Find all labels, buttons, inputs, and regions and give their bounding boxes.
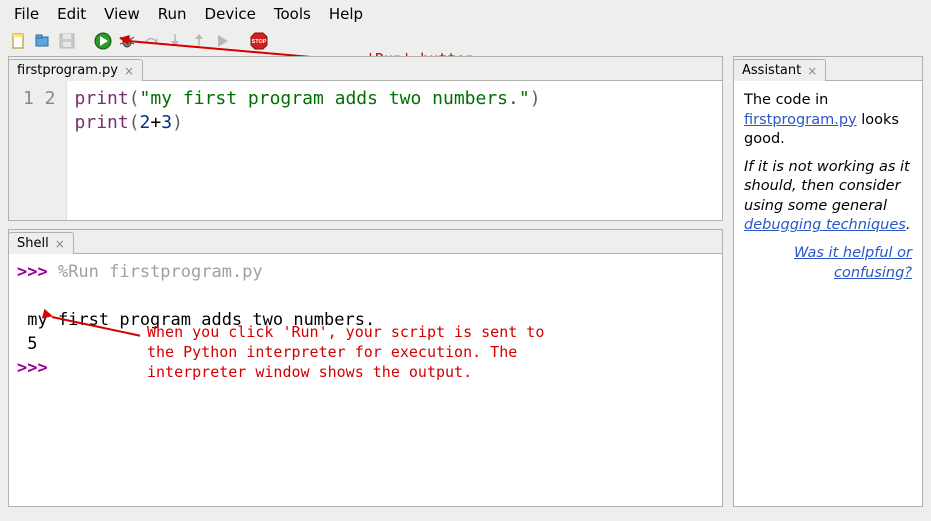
close-icon[interactable]: × bbox=[807, 64, 817, 78]
menu-help[interactable]: Help bbox=[321, 3, 371, 25]
assistant-tab-label: Assistant bbox=[742, 63, 801, 78]
menu-edit[interactable]: Edit bbox=[49, 3, 94, 25]
save-icon[interactable] bbox=[58, 32, 76, 50]
open-file-icon[interactable] bbox=[34, 32, 52, 50]
annotation-shell-label: When you click 'Run', your script is sen… bbox=[147, 322, 544, 382]
close-icon[interactable]: × bbox=[55, 237, 65, 251]
assistant-panel: Assistant × The code in firstprogram.py … bbox=[733, 56, 923, 507]
svg-text:STOP: STOP bbox=[252, 39, 267, 45]
assistant-debug-link[interactable]: debugging techniques bbox=[744, 217, 906, 233]
menu-view[interactable]: View bbox=[96, 3, 148, 25]
shell-run-cmd: %Run firstprogram.py bbox=[58, 262, 263, 282]
menu-run[interactable]: Run bbox=[150, 3, 195, 25]
editor-tabbar: firstprogram.py × bbox=[9, 57, 722, 81]
toolbar: STOP 'Run' button bbox=[0, 28, 931, 56]
code-editor[interactable]: 1 2 print("my first program adds two num… bbox=[9, 81, 722, 220]
right-column: Assistant × The code in firstprogram.py … bbox=[733, 56, 923, 507]
assistant-tabbar: Assistant × bbox=[734, 57, 922, 81]
editor-tab[interactable]: firstprogram.py × bbox=[8, 59, 143, 81]
annotation-run-arrowhead bbox=[118, 33, 130, 45]
left-column: firstprogram.py × 1 2 print("my first pr… bbox=[8, 56, 723, 507]
shell-tab-label: Shell bbox=[17, 236, 49, 251]
assistant-tab[interactable]: Assistant × bbox=[733, 59, 826, 81]
menu-tools[interactable]: Tools bbox=[266, 3, 319, 25]
shell-tabbar: Shell × bbox=[9, 230, 722, 254]
assistant-feedback: Was it helpful or confusing? bbox=[744, 244, 912, 283]
step-into-icon bbox=[166, 32, 184, 50]
line-number-gutter: 1 2 bbox=[9, 81, 67, 220]
assistant-feedback-link[interactable]: Was it helpful or confusing? bbox=[794, 245, 912, 281]
main-area: firstprogram.py × 1 2 print("my first pr… bbox=[0, 56, 931, 515]
menu-device[interactable]: Device bbox=[197, 3, 264, 25]
code-content[interactable]: print("my first program adds two numbers… bbox=[67, 81, 722, 220]
assistant-file-link[interactable]: firstprogram.py bbox=[744, 112, 857, 128]
close-icon[interactable]: × bbox=[124, 64, 134, 78]
shell-panel: Shell × >>> %Run firstprogram.py my firs… bbox=[8, 229, 723, 507]
menubar: FileEditViewRunDeviceToolsHelp bbox=[0, 0, 931, 28]
shell-prompt: >>> bbox=[17, 358, 58, 378]
shell-output-line: 5 bbox=[17, 334, 37, 354]
shell-tab[interactable]: Shell × bbox=[8, 232, 74, 254]
assistant-content: The code in firstprogram.py looks good. … bbox=[734, 81, 922, 506]
shell-prompt: >>> bbox=[17, 262, 58, 282]
editor-panel: firstprogram.py × 1 2 print("my first pr… bbox=[8, 56, 723, 221]
assistant-p1: The code in firstprogram.py looks good. bbox=[744, 91, 912, 150]
stop-icon[interactable]: STOP bbox=[250, 32, 268, 50]
assistant-p2: If it is not working as it should, then … bbox=[744, 158, 912, 236]
menu-file[interactable]: File bbox=[6, 3, 47, 25]
new-file-icon[interactable] bbox=[10, 32, 28, 50]
run-icon[interactable] bbox=[94, 32, 112, 50]
shell-content[interactable]: >>> %Run firstprogram.py my first progra… bbox=[9, 254, 722, 506]
editor-tab-label: firstprogram.py bbox=[17, 63, 118, 78]
